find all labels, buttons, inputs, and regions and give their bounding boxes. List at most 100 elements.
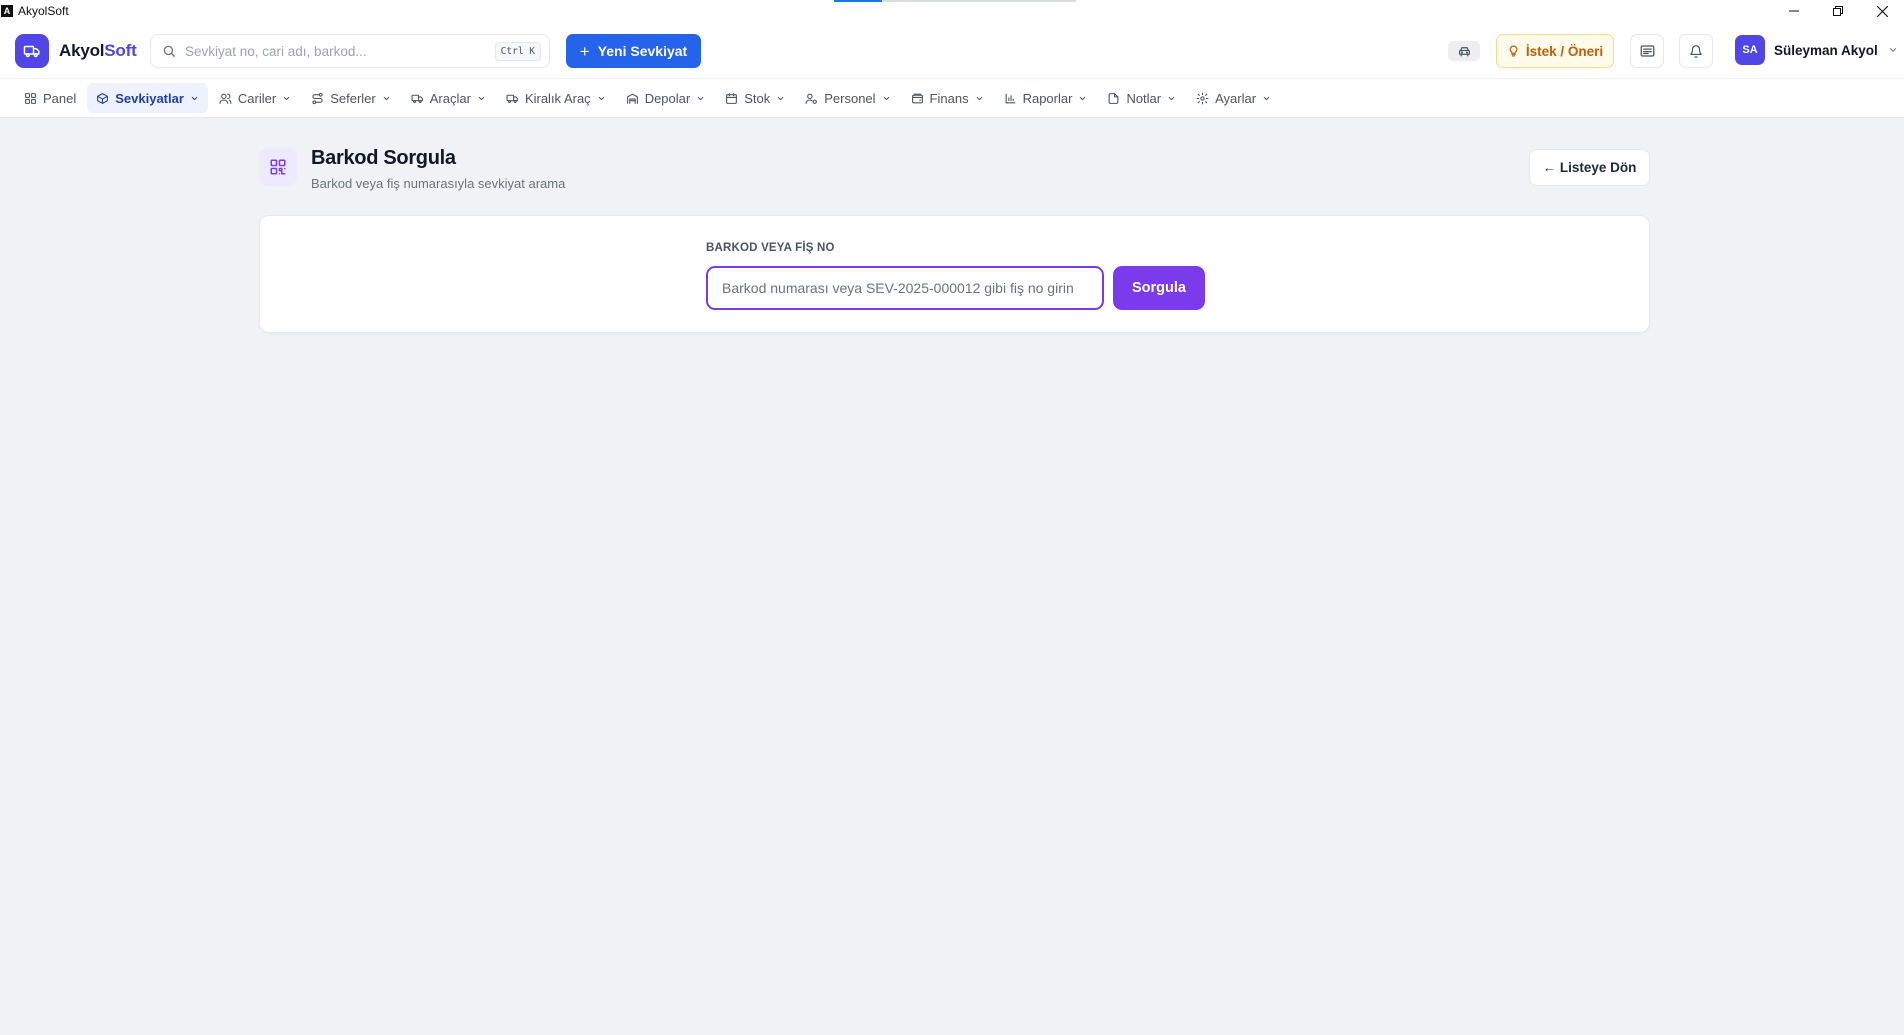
nav-item-label: Stok [744,90,771,106]
chevron-down-icon [1262,94,1271,103]
nav-item-cariler[interactable]: Cariler [210,83,300,113]
newspaper-icon [1640,45,1654,57]
app-header: AkyolSoft Ctrl K + Yeni Sevkiyat İstek /… [0,22,1904,79]
search-icon [162,44,176,58]
calendar-icon [725,92,738,105]
barcode-input[interactable] [706,266,1104,310]
nav-item-finans[interactable]: Finans [902,83,993,113]
nav-item-label: Notlar [1126,90,1162,106]
new-shipment-label: Yeni Sevkiyat [597,43,688,59]
nav-item-raporlar[interactable]: Raporlar [995,83,1097,113]
note-icon [1107,92,1120,105]
truck-logo-icon [15,34,49,68]
search-input[interactable] [185,43,485,59]
brand-name: AkyolSoft [59,41,137,61]
nav-item-notlar[interactable]: Notlar [1098,83,1185,113]
nav-item-label: Seferler [330,90,376,106]
nav-item-label: Depolar [644,90,691,106]
window-title: AkyolSoft [18,4,69,18]
plus-icon: + [579,41,590,61]
chevron-down-icon [776,94,785,103]
barcode-search-card: BARKOD VEYA FİŞ NO Sorgula [259,215,1650,333]
global-search[interactable]: Ctrl K [150,34,550,68]
nav-item-sevkiyatlar[interactable]: Sevkiyatlar [87,83,208,113]
nav-item-label: Ayarlar [1215,90,1257,106]
users-icon [219,92,232,105]
nav-item-araclar[interactable]: Araçlar [402,83,495,113]
chevron-down-icon [1888,45,1898,55]
nav-item-panel[interactable]: Panel [15,83,85,113]
grid-icon [24,92,37,105]
box-icon [96,92,109,105]
request-suggestion-label: İstek / Öneri [1525,43,1604,59]
nav-item-ayarlar[interactable]: Ayarlar [1187,83,1280,113]
nav-item-label: Araçlar [429,90,471,106]
vehicle-status-button[interactable] [1448,41,1480,61]
route-icon [311,92,324,105]
notifications-button[interactable] [1679,34,1713,68]
close-button[interactable] [1860,0,1904,22]
chevron-down-icon [1167,94,1176,103]
chevron-down-icon [1078,94,1087,103]
chevron-down-icon [190,94,199,103]
nav-item-label: Raporlar [1022,90,1073,106]
user-gear-icon [805,92,818,105]
loading-indicator [834,0,1076,2]
barcode-field-label: BARKOD VEYA FİŞ NO [706,242,835,254]
chevron-down-icon [696,94,705,103]
truck-icon [506,92,519,105]
app-logo-icon: A [1,5,13,17]
chevron-down-icon [477,94,486,103]
page-subtitle: Barkod veya fiş numarasıyla sevkiyat ara… [311,176,566,191]
warehouse-icon [626,92,639,105]
user-menu[interactable]: SA Süleyman Akyol [1735,35,1898,65]
loading-indicator-fill [834,0,882,2]
nav-item-label: Kiralık Araç [524,90,591,106]
minimize-icon [1789,10,1799,12]
request-suggestion-button[interactable]: İstek / Öneri [1496,34,1614,68]
nav-item-label: Sevkiyatlar [115,90,184,106]
brand-name-part1: Akyol [59,41,105,60]
search-shortcut: Ctrl K [494,42,541,61]
brand-name-part2: Soft [104,41,137,60]
nav-item-depolar[interactable]: Depolar [617,83,715,113]
main-nav: Panel Sevkiyatlar Cariler Seferler Araçlar Ki… [0,79,1904,118]
window-titlebar: A AkyolSoft [0,0,1904,22]
announcements-button[interactable] [1630,34,1664,68]
nav-item-seferler[interactable]: Seferler [302,83,400,113]
qr-code-icon [259,148,297,186]
nav-item-personel[interactable]: Personel [796,83,899,113]
wallet-icon [911,92,924,105]
chevron-down-icon [975,94,984,103]
chevron-down-icon [382,94,391,103]
lightbulb-icon [1507,44,1520,58]
chevron-down-icon [282,94,291,103]
bell-icon [1690,44,1702,58]
car-icon [1458,47,1470,57]
back-to-list-button[interactable]: ← Listeye Dön [1529,149,1650,186]
minimize-button[interactable] [1772,0,1816,22]
close-icon [1876,5,1888,17]
nav-item-label: Cariler [237,90,277,106]
restore-icon [1833,6,1843,16]
chevron-down-icon [597,94,606,103]
truck-icon [411,92,424,105]
window-controls [1772,0,1904,22]
nav-item-stok[interactable]: Stok [716,83,794,113]
gear-icon [1196,92,1209,105]
page-header: Barkod Sorgula Barkod veya fiş numarasıy… [259,145,1650,195]
page-title: Barkod Sorgula [311,147,456,169]
restore-button[interactable] [1816,0,1860,22]
query-button[interactable]: Sorgula [1113,266,1205,310]
nav-item-label: Panel [43,90,77,106]
user-name: Süleyman Akyol [1774,42,1878,58]
avatar: SA [1735,35,1765,65]
bar-chart-icon [1004,92,1017,105]
brand[interactable]: AkyolSoft [15,34,137,68]
chevron-down-icon [882,94,891,103]
nav-item-label: Personel [824,90,876,106]
nav-item-label: Finans [929,90,969,106]
nav-item-kiralik-arac[interactable]: Kiralık Araç [497,83,615,113]
app-logo-letter: A [3,5,11,16]
new-shipment-button[interactable]: + Yeni Sevkiyat [566,34,701,68]
